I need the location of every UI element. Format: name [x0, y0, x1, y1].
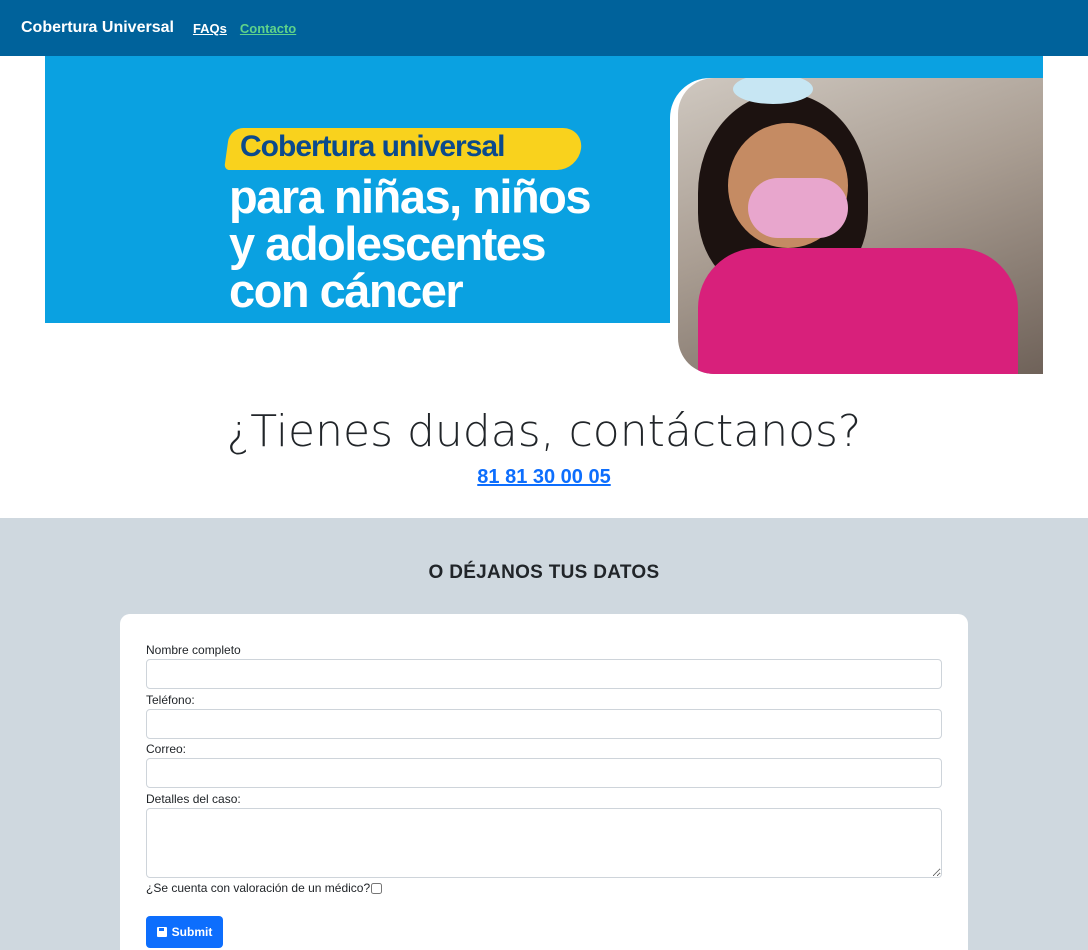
valoracion-row: ¿Se cuenta con valoración de un médico?	[146, 881, 383, 895]
banner-line-1: para niñas, niños	[229, 170, 592, 223]
label-nombre: Nombre completo	[146, 643, 241, 657]
banner-line-3: con cáncer	[229, 264, 464, 317]
save-icon	[156, 927, 167, 937]
contact-title: ¿Tienes dudas, contáctanos?	[226, 406, 862, 457]
banner-pill-text: Cobertura universal	[240, 130, 505, 163]
label-detalles: Detalles del caso:	[146, 792, 241, 806]
nombre-input[interactable]	[146, 659, 942, 689]
phone-link[interactable]: 81 81 30 00 05	[0, 466, 1088, 489]
form-card: Nombre completo Teléfono: Correo: Detall…	[120, 614, 968, 950]
submit-label: Submit	[171, 925, 213, 939]
top-navbar: Cobertura Universal FAQs Contacto	[0, 0, 1088, 56]
nav-link-faqs[interactable]: FAQs	[193, 21, 227, 36]
hero-banner: Cobertura universal para niñas, niños y …	[45, 56, 1043, 374]
photo-jacket	[698, 248, 1018, 374]
telefono-input[interactable]	[146, 709, 942, 739]
label-telefono: Teléfono:	[146, 693, 195, 707]
valoracion-label: ¿Se cuenta con valoración de un médico?	[146, 881, 371, 895]
valoracion-checkbox[interactable]	[371, 882, 383, 894]
banner-photo-frame	[670, 78, 1043, 374]
label-correo: Correo:	[146, 742, 187, 756]
detalles-textarea[interactable]	[146, 808, 942, 878]
correo-input[interactable]	[146, 758, 942, 788]
submit-button[interactable]: Submit	[146, 916, 223, 948]
photo-mask	[748, 178, 848, 238]
banner-line-2: y adolescentes	[229, 217, 547, 270]
form-heading: O DÉJANOS TUS DATOS	[428, 562, 660, 583]
nav-link-contacto[interactable]: Contacto	[240, 21, 296, 36]
form-section: O DÉJANOS TUS DATOS Nombre completo Telé…	[0, 518, 1088, 950]
banner-photo	[678, 78, 1043, 374]
navbar-brand[interactable]: Cobertura Universal	[21, 19, 174, 37]
